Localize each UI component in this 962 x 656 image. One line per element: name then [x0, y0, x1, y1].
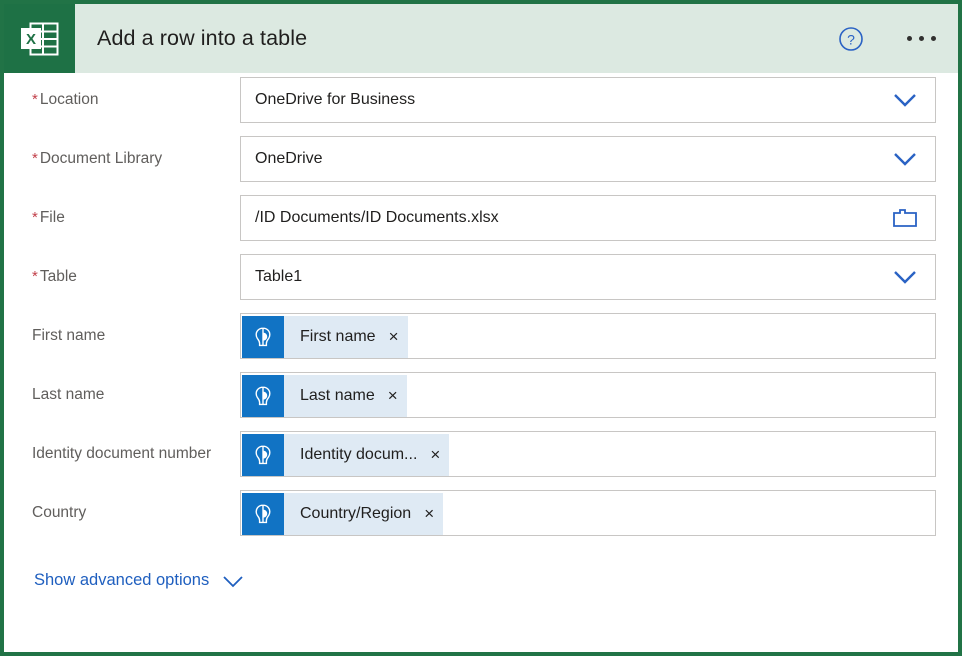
field-label-country: Country	[32, 486, 240, 523]
flow-action-card: X Add a row into a table ? *Location	[0, 0, 962, 656]
close-icon[interactable]: ×	[415, 493, 443, 535]
form-row-file: *File /ID Documents/ID Documents.xlsx	[4, 191, 958, 250]
show-advanced-options-link[interactable]: Show advanced options	[34, 571, 245, 590]
token-wrap: Last name ×	[242, 374, 407, 417]
form-row-last-name: Last name Last name	[4, 368, 958, 427]
last-name-input[interactable]: Last name ×	[240, 372, 936, 418]
field-label-first-name: First name	[32, 309, 240, 346]
document-library-dropdown[interactable]: OneDrive	[240, 136, 936, 182]
form-body: *Location OneDrive for Business *Documen…	[4, 73, 958, 590]
help-circle-icon[interactable]: ?	[836, 24, 866, 54]
field-control-table: Table1	[240, 250, 936, 300]
token-wrap: Country/Region ×	[242, 492, 443, 535]
document-library-value: OneDrive	[255, 149, 883, 169]
token-label: Identity docum...	[284, 446, 421, 464]
dynamic-content-token[interactable]: Country/Region ×	[242, 493, 443, 535]
field-label-location: *Location	[32, 73, 240, 110]
close-icon[interactable]: ×	[379, 375, 407, 417]
field-control-last-name: Last name ×	[240, 368, 936, 418]
ai-builder-icon	[242, 434, 284, 476]
field-control-file: /ID Documents/ID Documents.xlsx	[240, 191, 936, 241]
more-dot	[907, 36, 912, 41]
chevron-down-icon[interactable]	[883, 255, 927, 299]
field-control-country: Country/Region ×	[240, 486, 936, 536]
token-label: Last name	[284, 387, 379, 405]
location-dropdown[interactable]: OneDrive for Business	[240, 77, 936, 123]
form-row-first-name: First name First name	[4, 309, 958, 368]
folder-icon[interactable]	[883, 196, 927, 240]
form-row-table: *Table Table1	[4, 250, 958, 309]
svg-text:?: ?	[847, 31, 855, 47]
token-label: Country/Region	[284, 505, 415, 523]
form-row-location: *Location OneDrive for Business	[4, 73, 958, 132]
label-text: File	[40, 209, 65, 226]
close-icon[interactable]: ×	[421, 434, 449, 476]
close-icon[interactable]: ×	[380, 316, 408, 358]
excel-icon: X	[4, 4, 75, 73]
table-value: Table1	[255, 267, 883, 287]
first-name-input[interactable]: First name ×	[240, 313, 936, 359]
required-asterisk: *	[32, 209, 38, 226]
label-text: Location	[40, 91, 99, 108]
ai-builder-icon	[242, 493, 284, 535]
field-control-first-name: First name ×	[240, 309, 936, 359]
file-value: /ID Documents/ID Documents.xlsx	[255, 208, 883, 228]
required-asterisk: *	[32, 268, 38, 285]
more-dot	[919, 36, 924, 41]
advanced-options-label: Show advanced options	[34, 571, 209, 590]
chevron-down-icon[interactable]	[883, 78, 927, 122]
page-title: Add a row into a table	[97, 26, 307, 51]
field-control-document-library: OneDrive	[240, 132, 936, 182]
more-options-icon[interactable]	[898, 22, 944, 56]
card-header: X Add a row into a table ?	[4, 4, 958, 73]
token-wrap: First name ×	[242, 315, 408, 358]
location-value: OneDrive for Business	[255, 90, 883, 110]
field-label-last-name: Last name	[32, 368, 240, 405]
chevron-down-icon[interactable]	[221, 574, 245, 588]
table-dropdown[interactable]: Table1	[240, 254, 936, 300]
token-label: First name	[284, 328, 380, 346]
ai-builder-icon	[242, 375, 284, 417]
svg-text:X: X	[25, 31, 35, 48]
ai-builder-icon	[242, 316, 284, 358]
required-asterisk: *	[32, 150, 38, 167]
dynamic-content-token[interactable]: Last name ×	[242, 375, 407, 417]
field-control-identity-document-number: Identity docum... ×	[240, 427, 936, 477]
required-asterisk: *	[32, 91, 38, 108]
form-row-country: Country Country/Region	[4, 486, 958, 545]
field-control-location: OneDrive for Business	[240, 73, 936, 123]
label-text: Table	[40, 268, 77, 285]
token-wrap: Identity docum... ×	[242, 433, 449, 476]
chevron-down-icon[interactable]	[883, 137, 927, 181]
form-row-document-library: *Document Library OneDrive	[4, 132, 958, 191]
country-input[interactable]: Country/Region ×	[240, 490, 936, 536]
form-row-identity-document-number: Identity document number	[4, 427, 958, 486]
dynamic-content-token[interactable]: Identity docum... ×	[242, 434, 449, 476]
field-label-identity-document-number: Identity document number	[32, 427, 240, 464]
field-label-table: *Table	[32, 250, 240, 287]
identity-document-number-input[interactable]: Identity docum... ×	[240, 431, 936, 477]
field-label-document-library: *Document Library	[32, 132, 240, 169]
file-input[interactable]: /ID Documents/ID Documents.xlsx	[240, 195, 936, 241]
label-text: Document Library	[40, 150, 162, 167]
dynamic-content-token[interactable]: First name ×	[242, 316, 408, 358]
field-label-file: *File	[32, 191, 240, 228]
more-dot	[931, 36, 936, 41]
